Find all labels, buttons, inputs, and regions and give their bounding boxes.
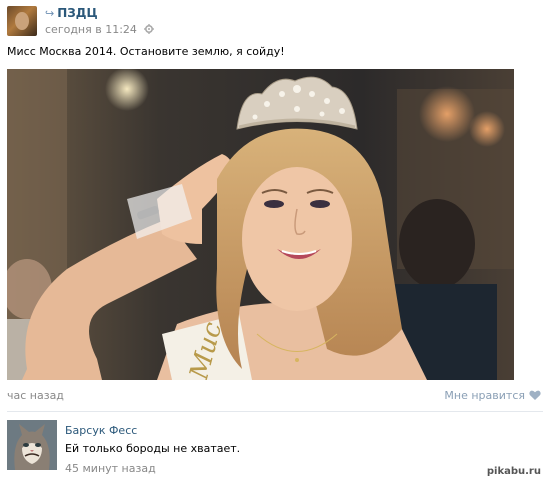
comment-text: Ей только бороды не хватает.	[65, 442, 241, 455]
photo-illustration: Мис	[7, 69, 514, 380]
post-time-text: сегодня в 11:24	[45, 23, 137, 36]
group-avatar[interactable]	[7, 6, 37, 36]
like-button[interactable]: Мне нравится	[444, 389, 541, 402]
like-label: Мне нравится	[444, 389, 525, 402]
gear-icon[interactable]	[144, 24, 155, 34]
heart-icon	[529, 390, 541, 400]
divider	[7, 411, 543, 412]
repost-icon: ↪	[45, 7, 55, 20]
commenter-avatar[interactable]	[7, 420, 57, 470]
group-name-text: ПЗДЦ	[57, 6, 98, 20]
comment-item: Барсук Фесс Ей только бороды не хватает.…	[7, 420, 547, 477]
post-text: Мисс Москва 2014. Остановите землю, я со…	[7, 45, 285, 58]
post-footer-time[interactable]: час назад	[7, 389, 64, 402]
post-photo[interactable]: Мис	[7, 69, 514, 380]
avatar-face	[15, 12, 29, 30]
watermark: pikabu.ru	[486, 466, 541, 477]
post-time[interactable]: сегодня в 11:24	[45, 23, 155, 36]
group-name-link[interactable]: ↪ ПЗДЦ	[45, 6, 98, 20]
post-header: ↪ ПЗДЦ сегодня в 11:24	[7, 6, 547, 38]
post-footer: час назад Мне нравится	[7, 389, 547, 403]
cat-avatar-image	[7, 420, 57, 470]
comment-time[interactable]: 45 минут назад	[65, 462, 156, 475]
comment-author-link[interactable]: Барсук Фесс	[65, 424, 137, 437]
